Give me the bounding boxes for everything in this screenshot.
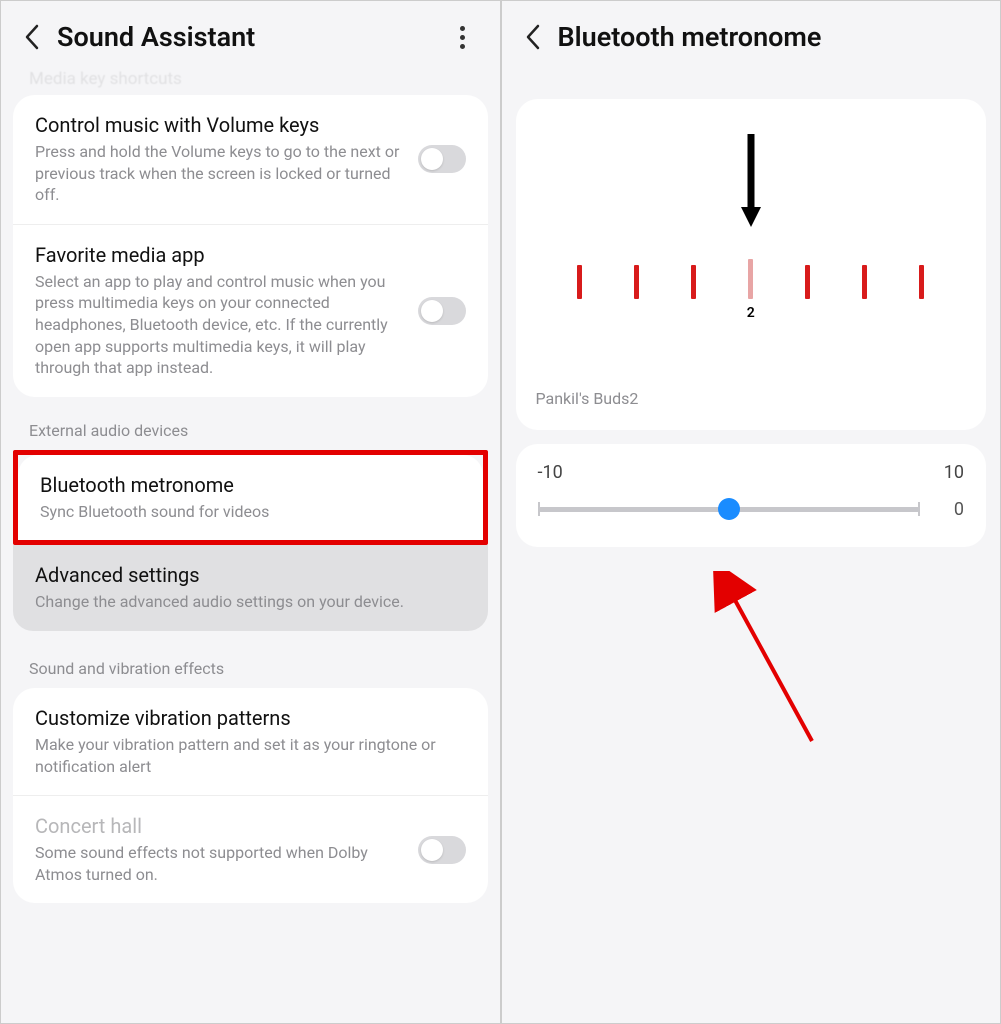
highlight-annotation: Bluetooth metronome Sync Bluetooth sound…: [13, 450, 488, 546]
customize-vibration-row[interactable]: Customize vibration patterns Make your v…: [13, 688, 488, 795]
slider-card: -10 10 0: [516, 444, 987, 547]
concert-hall-row[interactable]: Concert hall Some sound effects not supp…: [13, 795, 488, 903]
tick-mark: [634, 265, 639, 299]
slider-value-label: 0: [938, 499, 964, 520]
row-desc: Change the advanced audio settings on yo…: [35, 591, 466, 613]
device-name-label: Pankil's Buds2: [536, 389, 967, 408]
row-title: Control music with Volume keys: [35, 113, 404, 137]
row-desc: Press and hold the Volume keys to go to …: [35, 141, 404, 206]
slider-min-label: -10: [538, 462, 563, 483]
slider-range-labels: -10 10: [538, 462, 965, 483]
section-label-external: External audio devices: [1, 411, 500, 450]
settings-card: Control music with Volume keys Press and…: [13, 95, 488, 397]
row-title: Favorite media app: [35, 243, 404, 267]
favorite-media-row[interactable]: Favorite media app Select an app to play…: [13, 224, 488, 397]
row-desc: Select an app to play and control music …: [35, 271, 404, 379]
tick-mark: [919, 265, 924, 299]
bluetooth-metronome-row[interactable]: Bluetooth metronome Sync Bluetooth sound…: [18, 455, 483, 541]
tick-mark: [805, 265, 810, 299]
sound-assistant-screen: Sound Assistant Media key shortcuts Cont…: [1, 1, 502, 1023]
annotation-arrow-icon: [712, 571, 832, 751]
more-options-icon[interactable]: [448, 22, 478, 52]
row-desc: Make your vibration pattern and set it a…: [35, 734, 466, 777]
toggle-switch[interactable]: [418, 145, 466, 173]
metronome-graphic: 2: [536, 129, 967, 329]
sound-effects-card: Customize vibration patterns Make your v…: [13, 688, 488, 903]
row-title: Advanced settings: [35, 563, 466, 587]
metronome-ticks: [577, 259, 924, 299]
row-title: Bluetooth metronome: [40, 473, 461, 497]
page-title: Bluetooth metronome: [558, 21, 979, 53]
row-title: Concert hall: [35, 814, 404, 838]
metronome-card: 2 Pankil's Buds2: [516, 99, 987, 430]
toggle-switch[interactable]: [418, 836, 466, 864]
header: Bluetooth metronome: [502, 1, 1001, 69]
bluetooth-metronome-screen: Bluetooth metronome 2 Pankil's Buds2: [502, 1, 1001, 1023]
toggle-switch[interactable]: [418, 297, 466, 325]
tick-mark: [862, 265, 867, 299]
tick-mark: [691, 265, 696, 299]
page-title: Sound Assistant: [57, 21, 448, 53]
tick-value-label: 2: [747, 305, 755, 321]
back-icon[interactable]: [19, 24, 45, 50]
row-desc: Some sound effects not supported when Do…: [35, 842, 404, 885]
section-label-sound: Sound and vibration effects: [1, 649, 500, 688]
sync-slider[interactable]: [538, 497, 921, 521]
back-icon[interactable]: [520, 24, 546, 50]
clipped-section-label: Media key shortcuts: [1, 69, 500, 95]
header: Sound Assistant: [1, 1, 500, 69]
tick-mark-center: [748, 259, 753, 299]
advanced-settings-row[interactable]: Advanced settings Change the advanced au…: [13, 545, 488, 631]
row-title: Customize vibration patterns: [35, 706, 466, 730]
control-music-row[interactable]: Control music with Volume keys Press and…: [13, 95, 488, 224]
tick-mark: [577, 265, 582, 299]
row-desc: Sync Bluetooth sound for videos: [40, 501, 461, 523]
slider-max-label: 10: [944, 462, 964, 483]
slider-thumb[interactable]: [718, 498, 740, 520]
indicator-arrow-icon: [738, 129, 764, 229]
